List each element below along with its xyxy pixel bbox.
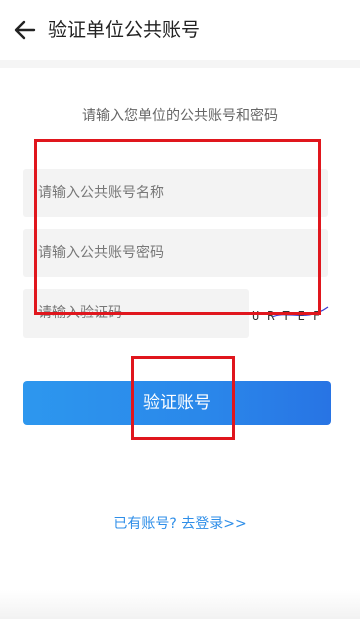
page-title: 验证单位公共账号	[48, 19, 201, 41]
app-header: 验证单位公共账号	[0, 0, 360, 60]
annotation-box-form	[34, 139, 321, 315]
go-login-link[interactable]: 已有账号? 去登录>>	[0, 514, 360, 534]
bottom-shade	[0, 590, 360, 619]
header-divider	[0, 60, 360, 68]
arrow-left-icon[interactable]	[12, 17, 38, 43]
instruction-text: 请输入您单位的公共账号和密码	[82, 108, 278, 124]
annotation-box-button	[131, 356, 235, 440]
